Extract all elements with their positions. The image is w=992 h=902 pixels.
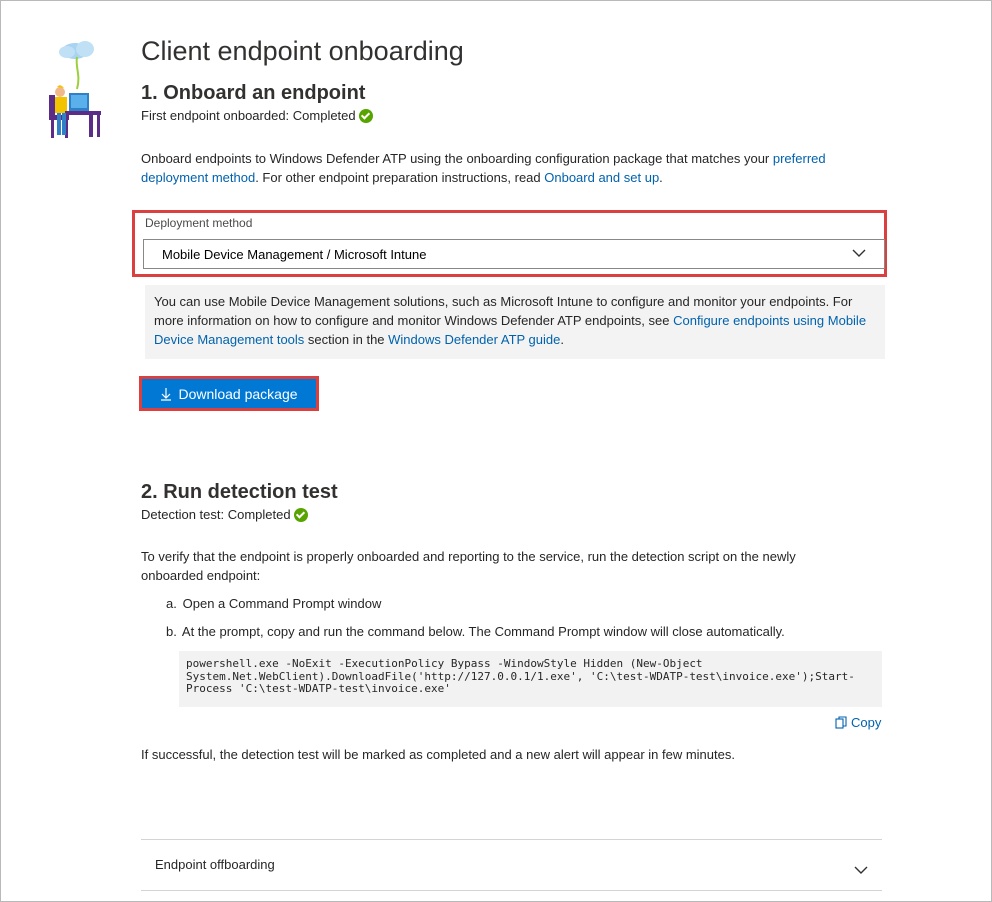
check-circle-icon — [293, 508, 308, 522]
section-detection-title: 2. Run detection test — [141, 481, 338, 503]
download-icon — [161, 387, 172, 401]
onboard-setup-link[interactable]: Onboard and set up — [544, 170, 659, 185]
download-package-label: Download package — [178, 385, 298, 402]
onboard-intro-text: Onboard endpoints to Windows Defender AT… — [141, 151, 773, 166]
deployment-method-value: Mobile Device Management / Microsoft Int… — [162, 246, 427, 262]
copy-label: Copy — [851, 715, 882, 730]
detection-status-label: Detection test: Completed — [141, 507, 291, 522]
section-onboard-title: 1. Onboard an endpoint — [141, 82, 366, 104]
copy-button[interactable]: Copy — [835, 715, 881, 730]
detection-success-text: If successful, the detection test will b… — [141, 747, 735, 762]
onboard-intro-text: . For other endpoint preparation instruc… — [255, 170, 545, 185]
chevron-down-icon — [852, 249, 866, 257]
list-item: b. At the prompt, copy and run the comma… — [166, 623, 785, 641]
detection-intro: To verify that the endpoint is properly … — [141, 549, 796, 583]
command-code-block[interactable]: powershell.exe -NoExit -ExecutionPolicy … — [179, 651, 882, 707]
main-content: Client endpoint onboarding 1. Onboard an… — [132, 31, 887, 891]
onboard-intro-text: . — [659, 170, 663, 185]
list-item: a. Open a Command Prompt window — [166, 595, 381, 613]
onboard-status: First endpoint onboarded: Completed — [141, 107, 373, 125]
chevron-down-icon — [854, 866, 868, 874]
detection-status: Detection test: Completed — [141, 506, 308, 524]
list-item-text: Open a Command Prompt window — [182, 596, 382, 611]
onboarding-page: Client endpoint onboarding 1. Onboard an… — [0, 0, 992, 902]
defender-guide-link[interactable]: Windows Defender ATP guide — [388, 332, 560, 347]
onboarding-illustration — [49, 41, 101, 138]
list-item-text: At the prompt, copy and run the command … — [181, 624, 785, 639]
onboard-intro: Onboard endpoints to Windows Defender AT… — [141, 149, 861, 187]
list-marker: a. — [166, 596, 177, 611]
copy-icon — [835, 716, 847, 729]
check-circle-icon — [358, 109, 373, 123]
offboarding-label: Endpoint offboarding — [155, 857, 275, 872]
onboard-status-label: First endpoint onboarded: Completed — [141, 108, 356, 123]
download-package-button[interactable]: Download package — [142, 379, 316, 408]
page-title: Client endpoint onboarding — [141, 36, 464, 66]
deployment-method-select[interactable]: Mobile Device Management / Microsoft Int… — [143, 239, 885, 269]
endpoint-offboarding-accordion[interactable]: Endpoint offboarding — [141, 839, 882, 891]
info-text: section in the — [304, 332, 389, 347]
list-marker: b. — [166, 624, 177, 639]
info-text: . — [560, 332, 564, 347]
deployment-method-label: Deployment method — [145, 216, 253, 230]
deployment-info-box: You can use Mobile Device Management sol… — [145, 285, 885, 359]
